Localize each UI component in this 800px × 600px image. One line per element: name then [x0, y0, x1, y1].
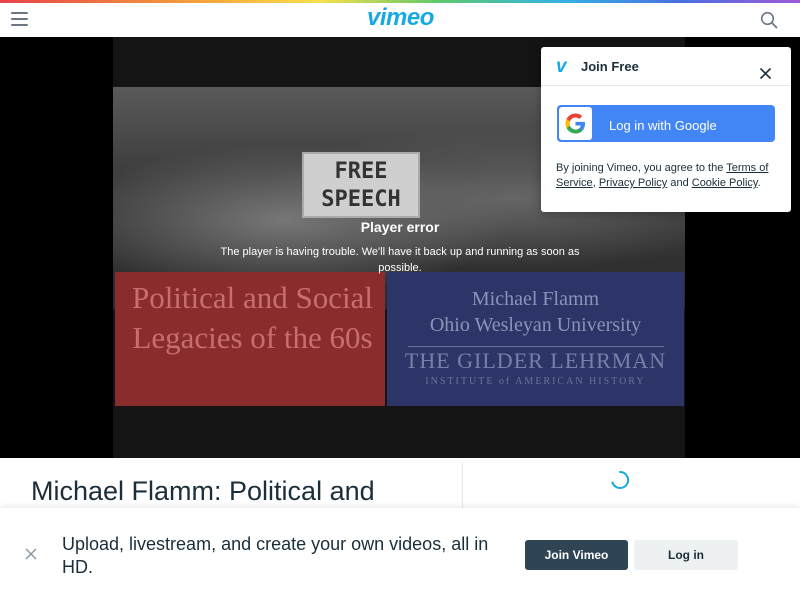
free-speech-sign: FREE SPEECH [302, 152, 420, 218]
terms-end: . [757, 177, 761, 189]
player-error-title: Player error [360, 219, 440, 235]
log-in-button[interactable]: Log in [634, 540, 738, 570]
thumbnail-institute-name: THE GILDER LEHRMAN [404, 348, 667, 373]
thumbnail-speaker-affiliation: Ohio Wesleyan University [429, 314, 642, 336]
google-icon [565, 113, 585, 134]
popup-title: Join Free [581, 59, 639, 74]
thumbnail-title-text: Political and Social Legacies of the 60s [131, 280, 374, 355]
top-navigation-bar: vimeo [0, 3, 800, 37]
terms-and: and [667, 177, 692, 189]
vertical-divider [462, 462, 463, 508]
video-title: Michael Flamm: Political and [31, 476, 375, 506]
popup-divider [541, 85, 791, 86]
player-error-message: The player is having trouble. We'll have… [220, 246, 580, 274]
google-icon-badge [559, 107, 592, 140]
vimeo-logo[interactable]: vimeo [367, 4, 434, 32]
google-login-label: Log in with Google [609, 118, 717, 133]
search-icon[interactable] [760, 11, 778, 29]
thumbnail-institute-subtitle: INSTITUTE of AMERICAN HISTORY [425, 376, 646, 387]
terms-prefix: By joining Vimeo, you agree to the [556, 162, 727, 174]
loading-spinner-icon [611, 470, 630, 489]
vimeo-v-logo: v [556, 56, 567, 77]
hamburger-menu-icon[interactable] [11, 12, 28, 26]
promo-text: Upload, livestream, and create your own … [62, 534, 489, 577]
popup-close-icon[interactable] [759, 67, 772, 80]
join-vimeo-button[interactable]: Join Vimeo [525, 540, 628, 570]
close-icon[interactable] [24, 547, 38, 561]
thumbnail-rule [408, 346, 664, 347]
cookie-policy-link[interactable]: Cookie Policy [692, 177, 758, 189]
thumbnail-speaker-name: Michael Flamm [471, 288, 600, 310]
terms-text: By joining Vimeo, you agree to the Terms… [556, 161, 781, 191]
privacy-policy-link[interactable]: Privacy Policy [599, 177, 667, 189]
